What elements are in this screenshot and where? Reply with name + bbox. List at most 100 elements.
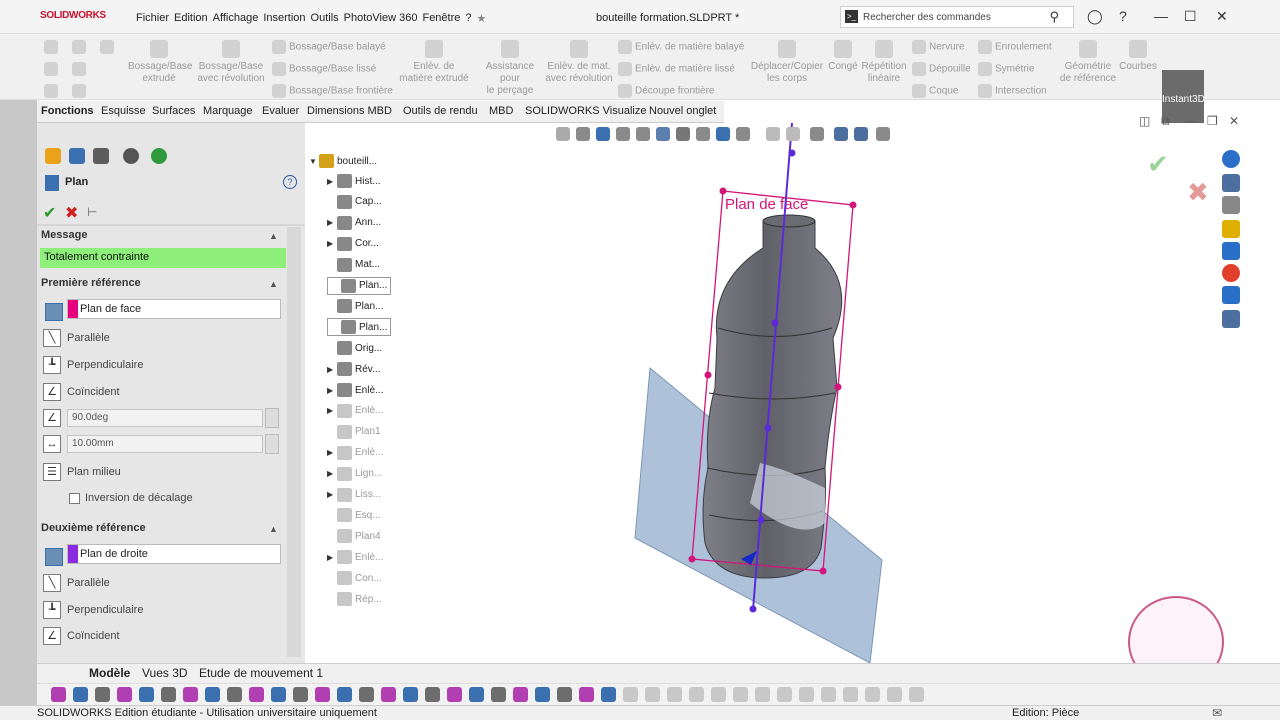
first-reference-field[interactable]: Plan de face (67, 299, 281, 319)
dynamic-annotation-icon[interactable] (636, 127, 650, 141)
toolbar-button-17[interactable]: Enroulement (978, 40, 1068, 54)
grid-icon[interactable] (876, 127, 890, 141)
sketch-tool-icon[interactable] (733, 687, 748, 702)
toolbar-button-5[interactable]: Enlèv. de matière extrudé (394, 40, 474, 85)
toolbar-button-16[interactable]: Coque (912, 84, 982, 98)
viewport-minimize-icon[interactable]: — (1185, 114, 1197, 128)
pin-menu-icon[interactable]: ★ (477, 12, 487, 25)
sketch-tool-icon[interactable] (315, 687, 330, 702)
sketch-tool-icon[interactable] (799, 687, 814, 702)
pushpin-icon[interactable]: ⊢ (87, 205, 97, 219)
zoom-area-icon[interactable] (576, 127, 590, 141)
forum-icon[interactable] (1222, 310, 1240, 328)
notification-icon[interactable]: ✉ (1212, 706, 1222, 720)
apply-scene-icon[interactable] (736, 127, 750, 141)
tab-7[interactable]: MBD (489, 105, 513, 117)
view-cube-2-icon[interactable] (854, 127, 868, 141)
tree-item[interactable]: ▶ Enlè... (327, 381, 383, 399)
sketch-tool-icon[interactable] (865, 687, 880, 702)
previous-view-icon[interactable] (596, 127, 610, 141)
sketch-tool-icon[interactable] (447, 687, 462, 702)
view-cube-icon[interactable] (834, 127, 848, 141)
toolbar-button-20[interactable]: Géométrie de référence (1058, 40, 1118, 85)
toolbar-button-15[interactable]: Dépouille (912, 62, 982, 76)
realview-icon[interactable] (786, 127, 800, 141)
tree-item[interactable]: Rép... (327, 590, 382, 608)
expand-arrow-icon[interactable]: ▶ (327, 218, 337, 227)
axis-handle[interactable] (749, 605, 757, 613)
tree-item[interactable]: ▶ Rév... (327, 360, 380, 378)
toolbar-button-0[interactable]: Bossage/Base extrudé (128, 40, 193, 85)
sketch-tool-icon[interactable] (337, 687, 352, 702)
toolbar-button-11[interactable]: Déplacer/Copier les corps (748, 40, 826, 85)
cancel-x-icon[interactable]: ✖ (65, 203, 78, 223)
coincident-option[interactable]: ∠ Coïncident (43, 627, 120, 645)
tree-item[interactable]: ▶ Enlè... (327, 402, 383, 420)
tree-item[interactable]: Plan... (327, 297, 383, 315)
property-manager-icon[interactable] (69, 148, 85, 164)
user-icon[interactable]: ◯ (1087, 8, 1103, 25)
sketch-tool-icon[interactable] (535, 687, 550, 702)
toolbar-button-1[interactable]: Bossage/Base avec révolution (194, 40, 268, 85)
plane-handle[interactable] (688, 555, 696, 563)
search-input[interactable]: Rechercher des commandes (863, 12, 991, 23)
tree-item[interactable]: Plan4 (327, 527, 381, 545)
sketch-tool-icon[interactable] (227, 687, 242, 702)
view-orientation-icon[interactable] (656, 127, 670, 141)
close-button[interactable]: ✕ (1216, 8, 1228, 25)
distance-spinner[interactable] (265, 434, 279, 454)
perpendicular-option[interactable]: ┺ Perpendiculaire (43, 601, 143, 619)
tree-item[interactable]: ▶ Enlè... (327, 548, 383, 566)
menu-item-4[interactable]: Outils (311, 12, 339, 25)
toolbar-button-4[interactable]: Bossage/Base frontière (272, 84, 402, 98)
open-file-icon[interactable] (44, 62, 58, 76)
menu-item-6[interactable]: Fenêtre (422, 12, 460, 25)
sketch-tool-icon[interactable] (359, 687, 374, 702)
sketch-tool-icon[interactable] (557, 687, 572, 702)
toolbar-button-21[interactable]: Courbes (1118, 40, 1158, 73)
help-icon[interactable]: ? (1119, 8, 1127, 24)
toolbar-button-2[interactable]: Bossage/Base balayé (272, 40, 402, 54)
tree-item[interactable]: ▶ Hist... (327, 172, 381, 190)
viewport-restore-icon[interactable]: ❐ (1207, 114, 1218, 128)
toolbar-button-14[interactable]: Nervure (912, 40, 982, 54)
sketch-tool-icon[interactable] (271, 687, 286, 702)
solidworks-resources-icon[interactable] (1222, 150, 1240, 168)
toolbar-button-9[interactable]: Enlèv. de matière lissé (618, 62, 758, 76)
home-icon[interactable] (44, 40, 58, 54)
plane-handle[interactable] (719, 187, 727, 195)
tab-9[interactable]: Nouvel onglet (649, 105, 716, 117)
tree-item[interactable]: ▶ Ann... (327, 214, 381, 232)
toolbar-button-12[interactable]: Congé (826, 40, 860, 73)
sketch-tool-icon[interactable] (183, 687, 198, 702)
toolbar-button-19[interactable]: Intersection (978, 84, 1068, 98)
feature-tree-icon[interactable] (45, 148, 61, 164)
tree-item[interactable]: Cap... (327, 193, 382, 211)
tree-item[interactable]: ▶ Cor... (327, 235, 379, 253)
print-icon[interactable] (44, 84, 58, 98)
sketch-tool-icon[interactable] (843, 687, 858, 702)
sketch-tool-icon[interactable] (909, 687, 924, 702)
tree-root[interactable]: ▼ bouteill... (309, 152, 377, 170)
toolbar-button-3[interactable]: Bossage/Base lissé (272, 62, 402, 76)
sketch-tool-icon[interactable] (777, 687, 792, 702)
hide-show-icon[interactable] (696, 127, 710, 141)
split-view-icon[interactable]: ◫ (1139, 114, 1150, 128)
sketch-tool-icon[interactable] (403, 687, 418, 702)
sketch-tool-icon[interactable] (161, 687, 176, 702)
zoom-to-fit-icon[interactable] (556, 127, 570, 141)
command-search[interactable]: >_ Rechercher des commandes ⚲ (840, 6, 1074, 28)
save-icon[interactable] (72, 62, 86, 76)
display-style-icon[interactable] (676, 127, 690, 141)
graphics-area[interactable]: Plan de face ▼ bouteill... ▶ Hist... Cap...… (305, 114, 1245, 663)
expand-arrow-icon[interactable]: ▶ (327, 553, 337, 562)
dimxpert-icon[interactable] (123, 148, 139, 164)
expand-arrow-icon[interactable]: ▶ (327, 386, 337, 395)
appearances-icon[interactable] (1222, 264, 1240, 282)
collapse-icon[interactable]: ▲ (269, 524, 278, 534)
toolbar-button-10[interactable]: Découpe frontière (618, 84, 758, 98)
sketch-tool-icon[interactable] (205, 687, 220, 702)
sketch-tool-icon[interactable] (117, 687, 132, 702)
second-reference-field[interactable]: Plan de droite (67, 544, 281, 564)
link-view-icon[interactable]: ⧉ (1161, 114, 1170, 129)
